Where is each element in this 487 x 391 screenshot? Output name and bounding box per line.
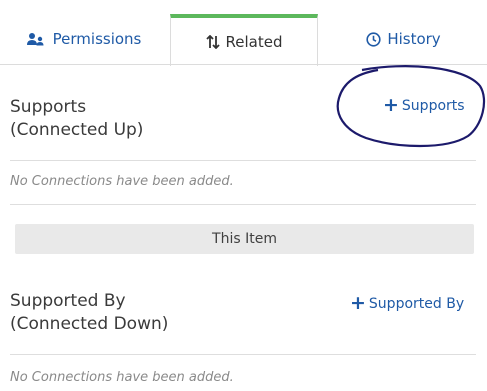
supports-title-line1: Supports xyxy=(10,97,87,117)
add-supported-by-label: Supported By xyxy=(368,295,465,312)
supports-bottom-divider xyxy=(10,204,476,205)
supports-title-line2: (Connected Up) xyxy=(10,120,144,140)
tab-permissions[interactable]: Permissions xyxy=(0,14,168,64)
add-supports-label: Supports xyxy=(401,97,465,114)
tab-bar: Permissions Related History xyxy=(0,0,487,66)
users-icon xyxy=(26,32,47,46)
this-item-label: This Item xyxy=(212,231,277,247)
tab-history-label: History xyxy=(387,30,441,48)
supported-by-empty-message: No Connections have been added. xyxy=(10,370,234,385)
supported-by-title: Supported By (Connected Down) xyxy=(10,290,168,336)
add-supported-by-button[interactable]: + Supported By xyxy=(350,294,464,313)
supports-empty-message: No Connections have been added. xyxy=(10,174,234,189)
tab-divider xyxy=(0,64,487,65)
supports-divider xyxy=(10,160,476,161)
tab-permissions-label: Permissions xyxy=(52,30,142,48)
tab-related[interactable]: Related xyxy=(170,14,318,66)
supported-by-title-line1: Supported By xyxy=(10,291,126,311)
this-item-bar: This Item xyxy=(15,224,474,254)
plus-icon: + xyxy=(383,94,399,116)
supports-title: Supports (Connected Up) xyxy=(10,96,143,142)
supported-by-title-line2: (Connected Down) xyxy=(10,314,169,334)
tab-related-label: Related xyxy=(225,33,283,51)
sort-arrows-icon xyxy=(205,35,220,49)
plus-icon: + xyxy=(350,292,366,314)
add-supports-button[interactable]: + Supports xyxy=(383,96,465,115)
clock-icon xyxy=(366,31,381,47)
supported-by-divider xyxy=(10,354,476,355)
tab-history[interactable]: History xyxy=(320,14,487,64)
